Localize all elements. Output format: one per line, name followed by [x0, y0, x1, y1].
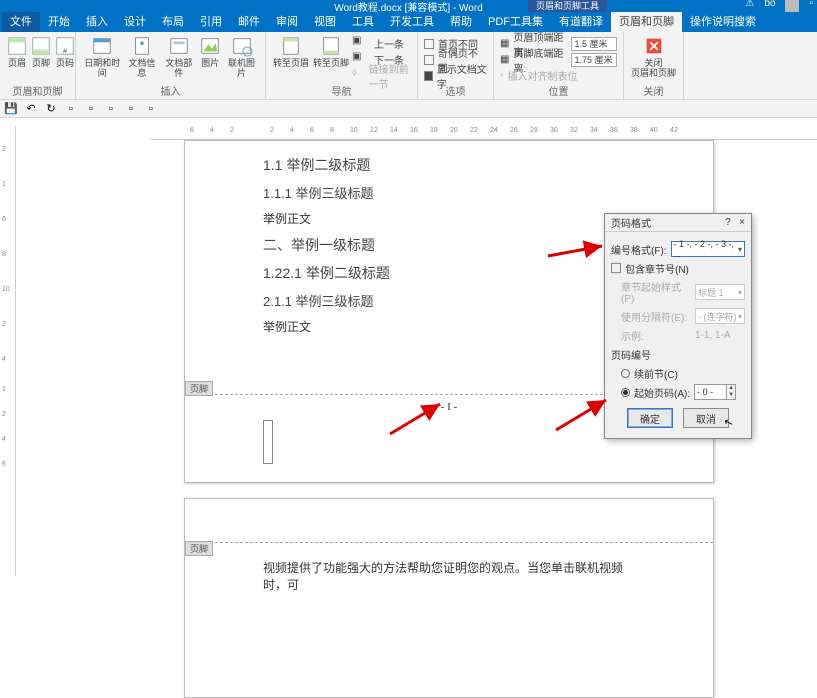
checkbox-icon	[424, 55, 434, 65]
qat-icon[interactable]: ▫	[144, 102, 158, 116]
tab-view[interactable]: 视图	[306, 12, 344, 32]
window-title: Word教程.docx [兼容模式] - Word	[334, 0, 483, 14]
header-area[interactable]: 页脚	[185, 499, 713, 543]
avatar[interactable]	[785, 0, 799, 12]
text-cursor-box	[263, 420, 273, 464]
redo-icon[interactable]: ↻	[44, 102, 58, 116]
heading-1: 二、举例一级标题	[263, 235, 635, 255]
tab-help[interactable]: 帮助	[442, 12, 480, 32]
body-text: 举例正文	[263, 318, 635, 335]
undo-icon[interactable]: ↶	[24, 102, 38, 116]
body-text: 视频提供了功能强大的方法帮助您证明您的观点。当您单击联机视频时，可	[263, 559, 635, 593]
chapter-style-label: 章节起始样式(P)	[621, 279, 691, 305]
header-icon	[6, 35, 28, 57]
ribbon-tabs: 文件 开始 插入 设计 布局 引用 邮件 审阅 视图 工具 开发工具 帮助 PD…	[0, 12, 817, 32]
qat-icon[interactable]: ▫	[64, 102, 78, 116]
dialog-title: 页码格式	[611, 215, 651, 230]
horizontal-ruler: 6422468101214161820222426283032343638404…	[150, 126, 817, 140]
tab-dev[interactable]: 开发工具	[382, 12, 442, 32]
aligntab-icon: ▫	[500, 70, 504, 81]
tab-layout[interactable]: 布局	[154, 12, 192, 32]
align-tab-button: ▫插入对齐制表位	[500, 68, 617, 83]
body-text: 举例正文	[263, 210, 635, 227]
start-at-radio[interactable]	[621, 388, 630, 397]
group-label-close: 关闭	[624, 83, 683, 98]
group-label-hf: 页眉和页脚	[0, 83, 75, 98]
footer-icon	[30, 35, 52, 57]
checkbox-icon	[424, 39, 434, 49]
heading-3: 1.1.1 举例三级标题	[263, 183, 635, 202]
tab-review[interactable]: 审阅	[268, 12, 306, 32]
group-label-opt: 选项	[418, 83, 493, 98]
include-chapter-checkbox[interactable]	[611, 263, 621, 273]
tab-home[interactable]: 开始	[40, 12, 78, 32]
separator-select: - (连字符)	[695, 308, 745, 324]
show-text-check[interactable]: 显示文档文字	[424, 68, 487, 83]
docparts-icon	[168, 35, 190, 57]
tab-mail[interactable]: 邮件	[230, 12, 268, 32]
calendar-icon	[91, 35, 113, 57]
tab-tools[interactable]: 工具	[344, 12, 382, 32]
tab-file[interactable]: 文件	[2, 12, 40, 32]
tab-design[interactable]: 设计	[116, 12, 154, 32]
group-label-nav: 导航	[266, 83, 417, 98]
heading-2: 1.22.1 举例二级标题	[263, 263, 635, 283]
footer-tag: 页脚	[185, 381, 213, 396]
window-controls-icon[interactable]: ▫	[809, 0, 813, 12]
close-button[interactable]: ×	[739, 217, 745, 228]
ribbon: 页眉 页脚 #页码 页眉和页脚 日期和时间 文档信息 文档部件 图片 联机图片 …	[0, 32, 817, 100]
checkbox-icon	[424, 71, 433, 81]
onlinepic-icon	[231, 35, 253, 57]
continue-label: 续前节(C)	[634, 366, 678, 381]
document-page-2[interactable]: 页脚 视频提供了功能强大的方法帮助您证明您的观点。当您单击联机视频时，可	[184, 498, 714, 698]
footer-tag: 页脚	[185, 541, 213, 556]
qat-icon[interactable]: ▫	[84, 102, 98, 116]
pagenum-icon: #	[54, 35, 76, 57]
page-numbering-group: 页码编号	[611, 347, 745, 362]
number-format-select[interactable]: - 1 -, - 2 -, - 3 -, ...	[671, 241, 745, 257]
include-chapter-label: 包含章节号(N)	[625, 261, 689, 276]
botdist-icon: ▦	[500, 54, 509, 65]
help-button[interactable]: ?	[725, 217, 731, 228]
vertical-ruler: 216810241246	[0, 126, 16, 576]
spin-up-icon[interactable]: ▲	[727, 385, 735, 392]
link-icon: ⬨	[352, 67, 365, 85]
number-format-label: 编号格式(F):	[611, 242, 667, 257]
tab-header-footer[interactable]: 页眉和页脚	[611, 12, 682, 32]
footer-bot-dist[interactable]: ▦页脚底端距离:1.75 厘米	[500, 52, 617, 67]
heading-2: 1.1 举例二级标题	[263, 155, 635, 175]
start-at-spinner[interactable]: - 0 - ▲▼	[694, 384, 736, 400]
quick-access-toolbar: 💾 ↶ ↻ ▫ ▫ ▫ ▫ ▫	[0, 100, 817, 118]
start-at-label: 起始页码(A):	[634, 385, 690, 400]
example-value: 1-1, 1-A	[695, 330, 745, 341]
topdist-icon: ▦	[500, 38, 509, 49]
tab-insert[interactable]: 插入	[78, 12, 116, 32]
goto-header-icon	[280, 35, 302, 57]
example-label: 示例:	[621, 328, 691, 343]
picture-icon	[199, 35, 221, 57]
warning-icon: ⚠	[745, 0, 754, 12]
group-label-insert: 插入	[76, 83, 265, 98]
qat-icon[interactable]: ▫	[104, 102, 118, 116]
qat-icon[interactable]: ▫	[124, 102, 138, 116]
group-label-pos: 位置	[494, 83, 623, 98]
save-icon[interactable]: 💾	[4, 102, 18, 116]
ok-button[interactable]: 确定	[627, 408, 673, 428]
link-prev-button: ⬨链接到前一节	[352, 68, 411, 83]
context-tab: 页眉和页脚工具	[528, 0, 607, 12]
goto-footer-icon	[320, 35, 342, 57]
chapter-style-select: 标题 1	[695, 284, 745, 300]
page-number-format-dialog: 页码格式 ? × 编号格式(F): - 1 -, - 2 -, - 3 -, .…	[604, 213, 752, 439]
docinfo-icon	[131, 35, 153, 57]
close-x-icon	[643, 35, 665, 57]
user-name: bo	[764, 0, 775, 12]
separator-label: 使用分隔符(E):	[621, 309, 691, 324]
prev-button[interactable]: ▣上一条	[352, 36, 411, 51]
tab-search[interactable]: 操作说明搜索	[682, 12, 764, 32]
spin-down-icon[interactable]: ▼	[727, 392, 735, 399]
heading-3: 2.1.1 举例三级标题	[263, 291, 635, 310]
tab-ref[interactable]: 引用	[192, 12, 230, 32]
continue-radio[interactable]	[621, 369, 630, 378]
